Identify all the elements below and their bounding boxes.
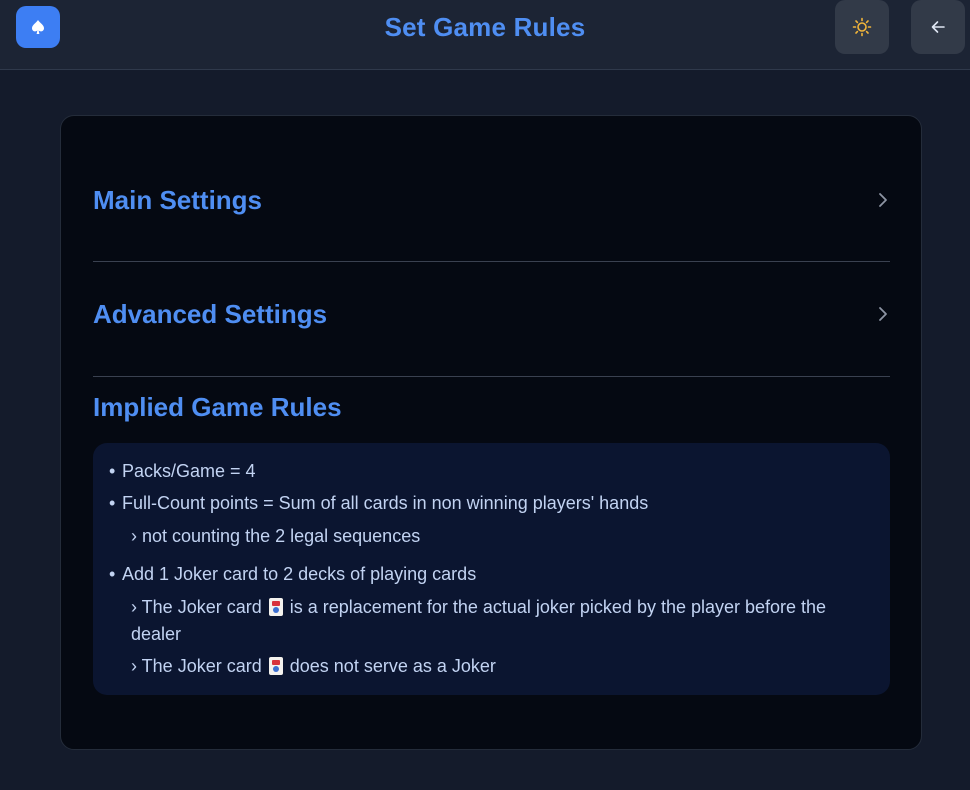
- rule-subitem-prefix: › The Joker card: [131, 597, 262, 617]
- rule-item: • Add 1 Joker card to 2 decks of playing…: [109, 562, 874, 586]
- rule-subitem-suffix: does not serve as a Joker: [289, 656, 496, 676]
- divider: [93, 376, 890, 377]
- rule-text: Packs/Game = 4: [122, 461, 256, 481]
- chevron-right-icon: [876, 191, 890, 209]
- joker-card-icon: [268, 657, 283, 675]
- top-bar: Set Game Rules: [0, 0, 970, 70]
- advanced-settings-row[interactable]: Advanced Settings: [93, 286, 890, 342]
- theme-toggle-button[interactable]: [835, 0, 889, 54]
- main-settings-row[interactable]: Main Settings: [93, 172, 890, 228]
- bullet: •: [109, 564, 116, 584]
- joker-card-icon: [268, 598, 283, 616]
- rule-text: Full-Count points = Sum of all cards in …: [122, 493, 649, 513]
- back-button[interactable]: [911, 0, 965, 54]
- bullet: •: [109, 493, 116, 513]
- rule-text: Add 1 Joker card to 2 decks of playing c…: [122, 564, 477, 584]
- implied-rules-box: • Packs/Game = 4 • Full-Count points = S…: [93, 443, 890, 695]
- rule-subitem: › The Joker card does not serve as a Jok…: [109, 653, 874, 680]
- implied-rules-title: Implied Game Rules: [93, 392, 342, 422]
- sun-icon: [852, 17, 872, 37]
- page-title: Set Game Rules: [384, 12, 586, 42]
- chevron-right-icon: [876, 305, 890, 323]
- rule-subitem: › not counting the 2 legal sequences: [131, 526, 421, 546]
- rule-subitem-prefix: › The Joker card: [131, 656, 262, 676]
- rule-item: • Packs/Game = 4: [109, 459, 874, 483]
- bullet: •: [109, 461, 116, 481]
- rule-subitem: › The Joker card is a replacement for th…: [109, 594, 874, 648]
- arrow-left-icon: [931, 21, 945, 33]
- rule-item: • Full-Count points = Sum of all cards i…: [109, 491, 874, 515]
- main-settings-label: Main Settings: [93, 184, 263, 215]
- advanced-settings-label: Advanced Settings: [93, 298, 328, 329]
- settings-card: Main Settings Advanced Settings Implied …: [60, 115, 922, 750]
- divider: [93, 261, 890, 262]
